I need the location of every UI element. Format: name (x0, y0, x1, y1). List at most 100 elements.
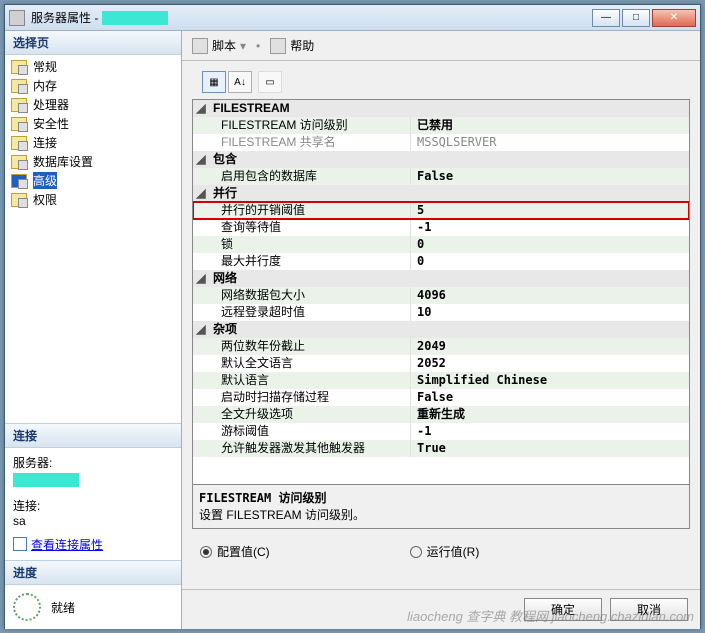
property-grid-toolbar: ▦ A↓ ▭ (192, 67, 690, 97)
property-value[interactable]: MSSQLSERVER (411, 134, 689, 151)
property-row[interactable]: 两位数年份截止2049 (193, 338, 689, 355)
category-row[interactable]: ◢FILESTREAM (193, 100, 689, 117)
alphabetical-button[interactable]: A↓ (228, 71, 252, 93)
property-grid[interactable]: ◢FILESTREAMFILESTREAM 访问级别已禁用FILESTREAM … (192, 99, 690, 485)
property-row[interactable]: FILESTREAM 共享名MSSQLSERVER (193, 134, 689, 151)
property-pages-button[interactable]: ▭ (258, 71, 282, 93)
property-value[interactable]: True (411, 440, 689, 457)
collapse-icon[interactable]: ◢ (193, 270, 209, 287)
config-value-radio[interactable]: 配置值(C) (200, 543, 270, 560)
property-value[interactable]: 2049 (411, 338, 689, 355)
property-row[interactable]: 全文升级选项重新生成 (193, 406, 689, 423)
page-icon (11, 155, 27, 169)
property-label: 远程登录超时值 (193, 304, 411, 321)
collapse-icon[interactable]: ◢ (193, 100, 209, 117)
property-label: 游标阈值 (193, 423, 411, 440)
category-row[interactable]: ◢包含 (193, 151, 689, 168)
nav-label: 安全性 (33, 115, 69, 132)
server-label: 服务器: (13, 454, 173, 471)
view-connection-properties-link[interactable]: 查看连接属性 (13, 536, 103, 553)
property-value[interactable]: 4096 (411, 287, 689, 304)
ok-button[interactable]: 确定 (524, 598, 602, 621)
radio-label: 运行值(R) (427, 543, 480, 560)
property-value[interactable]: -1 (411, 219, 689, 236)
page-icon (11, 136, 27, 150)
property-row[interactable]: 锁0 (193, 236, 689, 253)
description-text: 设置 FILESTREAM 访问级别。 (199, 506, 683, 523)
nav-item-2[interactable]: 处理器 (5, 95, 181, 114)
property-row[interactable]: 网络数据包大小4096 (193, 287, 689, 304)
property-row[interactable]: 默认语言Simplified Chinese (193, 372, 689, 389)
script-button[interactable]: 脚本 ▾ (192, 37, 246, 54)
property-value[interactable]: 10 (411, 304, 689, 321)
property-value[interactable]: -1 (411, 423, 689, 440)
property-row[interactable]: FILESTREAM 访问级别已禁用 (193, 117, 689, 134)
nav-item-5[interactable]: 数据库设置 (5, 152, 181, 171)
minimize-button[interactable]: — (592, 9, 620, 27)
property-row[interactable]: 启用包含的数据库False (193, 168, 689, 185)
property-row[interactable]: 最大并行度0 (193, 253, 689, 270)
collapse-icon[interactable]: ◢ (193, 151, 209, 168)
page-icon (11, 174, 27, 188)
progress-status: 就绪 (51, 599, 75, 616)
nav-item-3[interactable]: 安全性 (5, 114, 181, 133)
window-title: 服务器属性 -x (31, 9, 592, 26)
radio-label: 配置值(C) (217, 543, 270, 560)
title-bar[interactable]: 服务器属性 -x — □ ✕ (5, 5, 700, 31)
property-label: 默认全文语言 (193, 355, 411, 372)
property-value[interactable]: 0 (411, 236, 689, 253)
property-value[interactable]: False (411, 168, 689, 185)
nav-item-4[interactable]: 连接 (5, 133, 181, 152)
property-label: 锁 (193, 236, 411, 253)
close-button[interactable]: ✕ (652, 9, 696, 27)
cancel-button[interactable]: 取消 (610, 598, 688, 621)
property-label: 默认语言 (193, 372, 411, 389)
property-value[interactable]: 0 (411, 253, 689, 270)
nav-header: 选择页 (5, 31, 181, 55)
window-controls: — □ ✕ (592, 9, 696, 27)
nav-item-7[interactable]: 权限 (5, 190, 181, 209)
runtime-value-radio[interactable]: 运行值(R) (410, 543, 480, 560)
property-label: FILESTREAM 共享名 (193, 134, 411, 151)
help-icon (270, 38, 286, 54)
maximize-button[interactable]: □ (622, 9, 650, 27)
dialog-footer: 确定 取消 liaocheng 查字典 教程网 jiaocheng.chazid… (182, 589, 700, 629)
property-value[interactable]: 5 (411, 202, 689, 219)
categorized-button[interactable]: ▦ (202, 71, 226, 93)
collapse-icon[interactable]: ◢ (193, 185, 209, 202)
property-value[interactable]: 2052 (411, 355, 689, 372)
toolbar-separator: • (256, 39, 260, 53)
nav-item-6[interactable]: 高级 (5, 171, 181, 190)
property-row[interactable]: 启动时扫描存储过程False (193, 389, 689, 406)
progress-spinner-icon (13, 593, 41, 621)
property-row[interactable]: 游标阈值-1 (193, 423, 689, 440)
connection-body: 服务器: x 连接: sa 查看连接属性 (5, 448, 181, 561)
property-row[interactable]: 允许触发器激发其他触发器True (193, 440, 689, 457)
nav-label: 权限 (33, 191, 57, 208)
description-title: FILESTREAM 访问级别 (199, 489, 683, 506)
property-row[interactable]: 查询等待值-1 (193, 219, 689, 236)
help-button[interactable]: 帮助 (270, 37, 314, 54)
property-value[interactable]: 已禁用 (411, 117, 689, 134)
connection-user: sa (13, 514, 173, 528)
page-icon (11, 60, 27, 74)
property-row[interactable]: 并行的开销阈值5 (193, 202, 689, 219)
property-value[interactable]: 重新生成 (411, 406, 689, 423)
category-row[interactable]: ◢杂项 (193, 321, 689, 338)
collapse-icon[interactable]: ◢ (193, 321, 209, 338)
property-label: 启动时扫描存储过程 (193, 389, 411, 406)
radio-icon (410, 546, 422, 558)
nav-item-0[interactable]: 常规 (5, 57, 181, 76)
nav-item-1[interactable]: 内存 (5, 76, 181, 95)
property-row[interactable]: 远程登录超时值10 (193, 304, 689, 321)
app-icon (9, 10, 25, 26)
page-icon (11, 117, 27, 131)
property-label: 两位数年份截止 (193, 338, 411, 355)
connection-label: 连接: (13, 497, 173, 514)
property-row[interactable]: 默认全文语言2052 (193, 355, 689, 372)
category-row[interactable]: ◢网络 (193, 270, 689, 287)
category-row[interactable]: ◢并行 (193, 185, 689, 202)
property-value[interactable]: Simplified Chinese (411, 372, 689, 389)
link-label: 查看连接属性 (31, 536, 103, 553)
property-value[interactable]: False (411, 389, 689, 406)
